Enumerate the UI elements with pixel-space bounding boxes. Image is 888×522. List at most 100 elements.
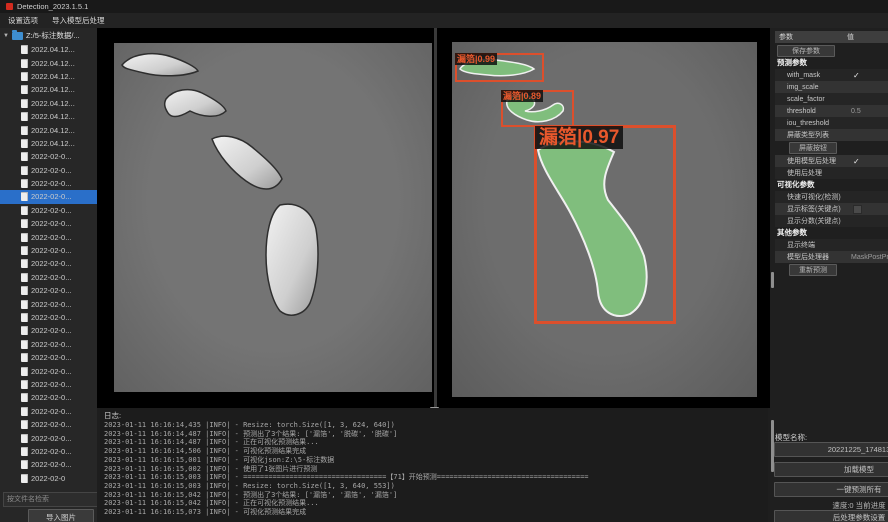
import-image-button[interactable]: 导入图片 [28,509,94,522]
list-item[interactable]: 2022-02-0... [0,364,97,377]
check-icon[interactable]: ✓ [853,157,860,166]
file-icon [21,85,28,94]
list-item[interactable]: 2022.04.12... [0,83,97,96]
file-icon [21,206,28,215]
list-item[interactable]: 2022-02-0... [0,284,97,297]
param-row[interactable]: 显示分数(关键点) [775,215,888,227]
chevron-down-icon[interactable]: ▼ [3,33,9,39]
menu-item-import-postprocess[interactable]: 导入模型后处理 [52,15,105,26]
list-item[interactable]: 2022-02-0... [0,164,97,177]
param-row[interactable]: scale_factor [775,93,888,105]
file-icon [21,59,28,68]
list-item[interactable]: 2022-02-0... [0,338,97,351]
panel-divider[interactable] [434,28,437,408]
param-row[interactable]: img_scale [775,81,888,93]
list-item[interactable]: 2022-02-0... [0,324,97,337]
param-row[interactable]: 显示标签(关键点) [775,203,888,215]
list-item[interactable]: 2022-02-0... [0,391,97,404]
list-item[interactable]: 2022.04.12... [0,123,97,136]
list-item[interactable]: 2022-02-0... [0,418,97,431]
window-title: Detection_2023.1.5.1 [17,2,88,11]
param-row[interactable]: threshold0.5 [775,105,888,117]
list-item[interactable]: 2022-02-0... [0,190,97,203]
file-name: 2022-02-0... [31,166,71,175]
list-item[interactable]: 2022-02-0... [0,458,97,471]
file-icon [21,112,28,121]
file-name: 2022-02-0... [31,420,71,429]
param-row[interactable]: 使用模型后处理✓ [775,155,888,167]
log-line: 2023-01-11 16:16:14,487 |INFO| - 正在可视化预测… [104,438,766,447]
list-item[interactable]: 2022-02-0... [0,271,97,284]
defect-shapes [114,43,432,392]
file-icon [21,192,28,201]
list-item[interactable]: 2022.04.12... [0,56,97,69]
file-icon [21,326,28,335]
param-row[interactable]: 快速可视化(检测) [775,191,888,203]
scrollbar-thumb[interactable] [771,272,774,288]
original-image-panel[interactable] [114,43,432,392]
checkbox[interactable] [853,205,862,214]
log-line: 2023-01-11 16:16:15,002 |INFO| - 使用了1张图片… [104,465,766,474]
list-item[interactable]: 2022-02-0... [0,445,97,458]
list-item[interactable]: 2022-02-0... [0,378,97,391]
list-item[interactable]: 2022-02-0... [0,204,97,217]
log-line: 2023-01-11 16:16:14,435 |INFO| - Resize:… [104,421,766,430]
list-item[interactable]: 2022.04.12... [0,43,97,56]
list-item[interactable]: 2022-02-0... [0,217,97,230]
list-item[interactable]: 2022-02-0... [0,177,97,190]
list-item[interactable]: 2022-02-0... [0,297,97,310]
file-icon [21,45,28,54]
file-icon [21,367,28,376]
param-row[interactable]: 屏蔽类型列表 [775,129,888,141]
search-input[interactable] [3,492,97,507]
model-name-field[interactable]: 20221225_174813 [774,442,888,457]
list-item[interactable]: 2022.04.12... [0,70,97,83]
log-lines[interactable]: 2023-01-11 16:16:14,435 |INFO| - Resize:… [104,421,766,517]
file-icon [21,340,28,349]
file-icon [21,179,28,188]
list-item[interactable]: 2022.04.12... [0,110,97,123]
file-name: 2022-02-0... [31,192,71,201]
param-row[interactable]: 显示终端 [775,239,888,251]
file-name: 2022-02-0... [31,313,71,322]
log-title: 日志: [104,410,121,421]
list-item[interactable]: 2022-02-0... [0,257,97,270]
list-item[interactable]: 2022-02-0... [0,311,97,324]
file-name: 2022-02-0... [31,152,71,161]
log-line: 2023-01-11 16:16:15,042 |INFO| - 预测出了3个结… [104,491,766,500]
list-item[interactable]: 2022-02-0... [0,431,97,444]
postprocess-settings-button[interactable]: 后处理参数设置 [774,510,888,522]
file-icon [21,72,28,81]
file-icon [21,99,28,108]
menu-item-settings[interactable]: 设置选项 [8,15,38,26]
log-line: 2023-01-11 16:16:14,487 |INFO| - 预测出了3个结… [104,430,766,439]
list-item[interactable]: 2022-02-0... [0,244,97,257]
param-row[interactable]: with_mask✓ [775,69,888,81]
check-icon[interactable]: ✓ [853,71,860,80]
load-model-button[interactable]: 加载模型 [774,462,888,477]
param-label: 显示标签(关键点) [775,204,841,214]
param-row[interactable]: 模型后处理器MaskPostPro [775,251,888,263]
list-item[interactable]: 2022-02-0... [0,150,97,163]
list-item[interactable]: 2022.04.12... [0,97,97,110]
file-name: 2022.04.12... [31,45,75,54]
list-item[interactable]: 2022.04.12... [0,137,97,150]
file-name: 2022.04.12... [31,139,75,148]
tree-root-folder[interactable]: ▼ Z:/5-标注数据/... [0,28,97,43]
param-action-button[interactable]: 屏蔽按钮 [789,142,837,154]
list-item[interactable]: 2022-02-0... [0,351,97,364]
param-row[interactable]: 使用后处理 [775,167,888,179]
file-icon [21,246,28,255]
list-item[interactable]: 2022-02-0 [0,472,97,485]
predict-all-button[interactable]: 一键预测所有 [774,482,888,497]
file-name: 2022-02-0... [31,380,71,389]
list-item[interactable]: 2022-02-0... [0,405,97,418]
param-row[interactable]: iou_threshold [775,117,888,129]
list-item[interactable]: 2022-02-0... [0,230,97,243]
log-line: 2023-01-11 16:16:15,073 |INFO| - 可视化预测结果… [104,508,766,517]
param-action-button[interactable]: 重新预测 [789,264,837,276]
file-icon [21,219,28,228]
prediction-image-panel[interactable]: 漏箔|0.99 漏箔|0.89 漏箔|0.97 [452,42,757,397]
file-name: 2022-02-0... [31,460,71,469]
save-params-button[interactable]: 保存参数 [777,45,835,57]
